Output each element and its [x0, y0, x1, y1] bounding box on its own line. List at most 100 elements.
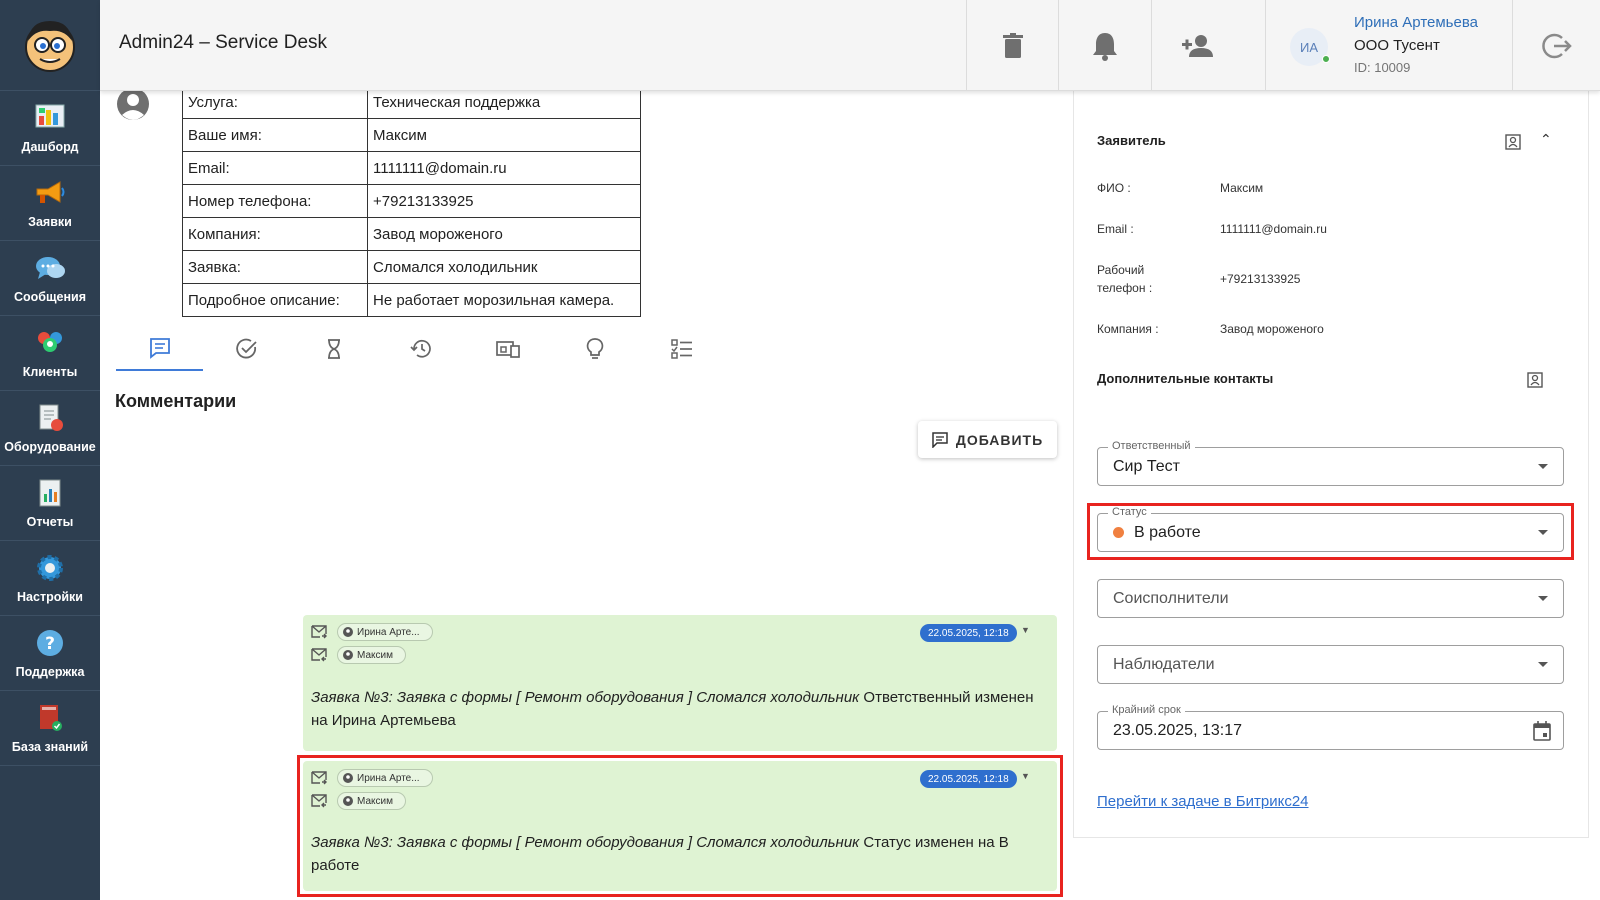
- dropdown-arrow-icon: [1538, 530, 1548, 535]
- sidebar-item-clients[interactable]: Клиенты: [0, 316, 100, 391]
- applicant-email: 1111111@domain.ru: [1220, 222, 1327, 236]
- user-profile[interactable]: ИА Ирина Артемьева ООО Тусент ID: 10009: [1265, 0, 1512, 91]
- message-menu-caret-icon[interactable]: ▼: [1021, 625, 1030, 635]
- applicant-phone-label: телефон :: [1097, 281, 1153, 295]
- table-row: Ваше имя: Максим: [182, 118, 641, 152]
- applicant-phone: +79213133925: [1220, 272, 1301, 286]
- collapse-chevron-icon[interactable]: ⌃: [1540, 131, 1552, 148]
- comment-add-icon: [932, 431, 948, 448]
- sidebar-item-label: Сообщения: [13, 290, 87, 304]
- online-status-dot: [1322, 55, 1330, 63]
- status-dot: [1113, 527, 1124, 538]
- table-cell-key: Компания:: [182, 217, 368, 251]
- sidebar-item-knowledge-base[interactable]: База знаний: [0, 691, 100, 766]
- mascot-logo-icon: [25, 21, 75, 72]
- recipient-name: Максим: [357, 795, 393, 807]
- logout-button[interactable]: [1512, 0, 1600, 91]
- table-cell-key: Подробное описание:: [182, 283, 368, 317]
- sidebar-item-label: Поддержка: [15, 665, 85, 679]
- knowledge-base-icon: [34, 702, 66, 734]
- coexecutors-placeholder: Соисполнители: [1113, 590, 1229, 607]
- add-user-button[interactable]: [1151, 0, 1244, 91]
- user-name[interactable]: Ирина Артемьева: [1354, 14, 1478, 31]
- sidebar-item-equipment[interactable]: Оборудование: [0, 391, 100, 466]
- tab-comments[interactable]: [116, 327, 203, 371]
- bell-icon: [1093, 32, 1117, 61]
- svg-text:?: ?: [45, 634, 55, 654]
- observers-select[interactable]: Наблюдатели: [1097, 645, 1564, 684]
- sidebar-item-support[interactable]: ? Поддержка: [0, 616, 100, 691]
- reports-icon: [34, 477, 66, 509]
- table-row: Заявка: Сломался холодильник: [182, 250, 641, 284]
- sidebar-item-settings[interactable]: Настройки: [0, 541, 100, 616]
- table-cell-key: Email:: [182, 151, 368, 185]
- sidebar-item-dashboard[interactable]: Дашборд: [0, 91, 100, 166]
- applicant-company: Завод мороженого: [1220, 322, 1324, 336]
- responsible-select[interactable]: Ответственный Сир Тест: [1097, 440, 1564, 486]
- recipient-chip[interactable]: Максим: [337, 646, 406, 664]
- sidebar-item-label: Заявки: [28, 215, 72, 229]
- extra-contacts-heading: Дополнительные контакты: [1097, 371, 1274, 386]
- deadline-value: 23.05.2025, 13:17: [1113, 722, 1243, 739]
- add-contact-icon[interactable]: [1504, 133, 1522, 151]
- status-label: Статус: [1108, 506, 1151, 518]
- comment-message: Ирина Арте... Максим 22.05.2025, 12:18 ▼…: [303, 615, 1057, 751]
- devices-icon: [495, 341, 520, 358]
- tab-time[interactable]: [290, 327, 377, 371]
- sidebar-item-messages[interactable]: Сообщения: [0, 241, 100, 316]
- user-id: ID: 10009: [1354, 60, 1411, 75]
- message-subject: Заявка №3: Заявка с формы [ Ремонт обору…: [311, 689, 860, 706]
- tab-devices[interactable]: [464, 327, 551, 371]
- account-circle-icon: [343, 796, 353, 806]
- mail-send-icon: [311, 625, 327, 639]
- sidebar-item-requests[interactable]: Заявки: [0, 166, 100, 241]
- status-value-wrap: В работе: [1113, 524, 1201, 542]
- clients-icon: [34, 327, 66, 359]
- add-comment-label: ДОБАВИТЬ: [955, 431, 1044, 448]
- mail-send-icon: [311, 771, 327, 785]
- tab-tasks[interactable]: [203, 327, 290, 371]
- dropdown-arrow-icon: [1538, 464, 1548, 469]
- tab-ideas[interactable]: [551, 327, 638, 371]
- add-comment-button[interactable]: ДОБАВИТЬ: [918, 421, 1057, 458]
- delete-button[interactable]: [966, 0, 1059, 91]
- observers-placeholder: Наблюдатели: [1113, 656, 1215, 673]
- coexecutors-select[interactable]: Соисполнители: [1097, 579, 1564, 618]
- sender-chip[interactable]: Ирина Арте...: [337, 623, 433, 641]
- sender-chip[interactable]: Ирина Арте...: [337, 769, 433, 787]
- sidebar-item-label: Отчеты: [26, 515, 74, 529]
- app-logo[interactable]: [0, 0, 100, 91]
- table-cell-key: Номер телефона:: [182, 184, 368, 218]
- add-user-icon: [1182, 34, 1213, 57]
- table-cell-key: Заявка:: [182, 250, 368, 284]
- message-from-row: Ирина Арте...: [311, 623, 433, 641]
- add-contact-icon[interactable]: [1526, 371, 1544, 389]
- sidebar-item-label: Оборудование: [4, 440, 96, 454]
- bitrix-task-link[interactable]: Перейти к задаче в Битрикс24: [1097, 793, 1309, 810]
- table-cell-value: Не работает морозильная камера.: [367, 283, 641, 317]
- user-company: ООО Тусент: [1354, 37, 1440, 54]
- message-menu-caret-icon[interactable]: ▼: [1021, 771, 1030, 781]
- status-select[interactable]: Статус В работе: [1097, 506, 1564, 552]
- tab-checklist[interactable]: [638, 327, 725, 371]
- sender-name: Ирина Арте...: [357, 772, 420, 784]
- table-cell-value: Сломался холодильник: [367, 250, 641, 284]
- tab-history[interactable]: [377, 327, 464, 371]
- message-date-badge: 22.05.2025, 12:18: [920, 770, 1017, 788]
- notifications-button[interactable]: [1058, 0, 1151, 91]
- top-header: Admin24 – Service Desk ИА Ирина Артемьев…: [100, 0, 1600, 91]
- chat-icon: [34, 252, 66, 284]
- recipient-chip[interactable]: Максим: [337, 792, 406, 810]
- dropdown-arrow-icon: [1538, 662, 1548, 667]
- sidebar-item-reports[interactable]: Отчеты: [0, 466, 100, 541]
- settings-icon: [34, 552, 66, 584]
- status-value: В работе: [1134, 524, 1201, 541]
- deadline-field[interactable]: Крайний срок 23.05.2025, 13:17: [1097, 704, 1564, 750]
- lightbulb-icon: [586, 338, 603, 359]
- main-content: Услуга: Техническая поддержка Ваше имя: Ма…: [100, 85, 1063, 900]
- sidebar-item-label: Настройки: [17, 590, 83, 604]
- logout-icon: [1541, 33, 1572, 58]
- megaphone-icon: [34, 177, 66, 209]
- request-tabs: [116, 327, 725, 371]
- calendar-icon[interactable]: [1533, 721, 1551, 741]
